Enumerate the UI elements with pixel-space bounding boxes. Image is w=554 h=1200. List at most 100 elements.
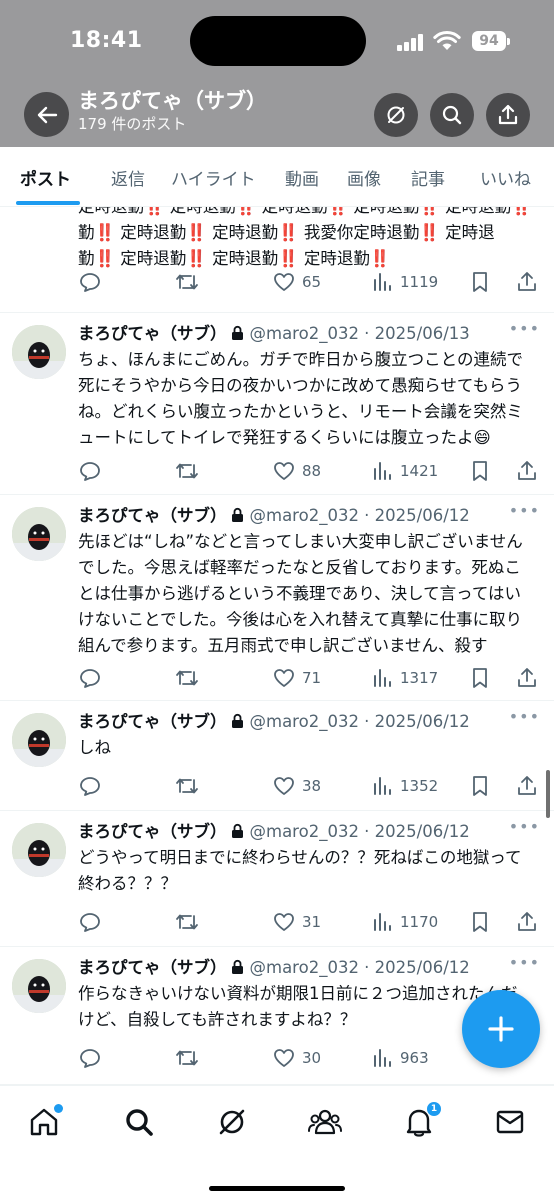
grok-button[interactable] xyxy=(374,93,418,137)
views-button[interactable]: 1352 xyxy=(372,771,438,801)
post-text: しね xyxy=(78,738,111,757)
bookmark-button[interactable] xyxy=(469,663,491,693)
post-header: まろぴてゃ（サブ） @maro2_032 · 2025/06/12 xyxy=(78,709,548,735)
tab-likes[interactable]: いいね xyxy=(480,165,531,190)
repost-icon xyxy=(176,670,198,686)
bookmark-button[interactable] xyxy=(469,456,491,486)
avatar[interactable] xyxy=(12,507,66,561)
scrollbar[interactable] xyxy=(546,770,550,818)
repost-icon xyxy=(176,1050,198,1066)
repost-button[interactable] xyxy=(174,771,200,801)
repost-button[interactable] xyxy=(174,663,200,693)
search-button[interactable] xyxy=(430,93,474,137)
bookmark-icon xyxy=(473,461,487,481)
profile-tabs: ポスト 返信 ハイライト 動画 画像 記事 いいね xyxy=(0,147,554,207)
tab-articles[interactable]: 記事 xyxy=(411,165,445,190)
more-options-icon[interactable]: ••• xyxy=(509,707,540,726)
tab-posts[interactable]: ポスト xyxy=(20,165,71,190)
post-item[interactable]: まろぴてゃ（サブ） @maro2_032 · 2025/06/13 ••• ちょ、… xyxy=(0,313,554,495)
nav-notifications[interactable]: 1 xyxy=(397,1100,441,1144)
profile-title-block: まろぴてゃ（サブ） 179 件のポスト xyxy=(78,88,267,134)
repost-icon xyxy=(176,274,198,290)
like-button[interactable]: 30 xyxy=(272,1043,321,1073)
post-item[interactable]: まろぴてゃ（サブ） @maro2_032 · 2025/06/12 ••• しね … xyxy=(0,701,554,811)
display-name[interactable]: まろぴてゃ（サブ） xyxy=(78,324,227,343)
post-text: ちょ、ほんまにごめん。ガチで昨日から腹立つことの連続で 死にそうやから今日の夜か… xyxy=(78,350,524,447)
handle-and-date: @maro2_032 · 2025/06/13 xyxy=(249,324,470,343)
display-name[interactable]: まろぴてゃ（サブ） xyxy=(78,506,227,525)
bookmark-button[interactable] xyxy=(469,771,491,801)
repost-button[interactable] xyxy=(174,456,200,486)
share-post-button[interactable] xyxy=(515,267,539,297)
profile-header: 18:41 94 まろぴてゃ（サブ） 179 件のポスト xyxy=(0,0,554,147)
heart-icon xyxy=(274,669,294,687)
reply-button[interactable] xyxy=(78,907,102,937)
post-text: どうやって明日までに終わらせんの？？死ねばこの地獄って 終わる？？？ xyxy=(78,848,522,893)
bookmark-icon xyxy=(473,912,487,932)
share-post-button[interactable] xyxy=(515,456,539,486)
avatar[interactable] xyxy=(12,325,66,379)
share-post-button[interactable] xyxy=(515,771,539,801)
bookmark-button[interactable] xyxy=(469,907,491,937)
tab-videos[interactable]: 動画 xyxy=(285,165,319,190)
reply-button[interactable] xyxy=(78,267,102,297)
share-post-button[interactable] xyxy=(515,663,539,693)
reply-button[interactable] xyxy=(78,771,102,801)
share-button[interactable] xyxy=(486,93,530,137)
views-button[interactable]: 1119 xyxy=(372,267,438,297)
reply-icon xyxy=(80,273,100,292)
share-icon xyxy=(518,668,536,687)
like-button[interactable]: 31 xyxy=(272,907,321,937)
more-options-icon[interactable]: ••• xyxy=(509,501,540,520)
views-button[interactable]: 1317 xyxy=(372,663,438,693)
views-button[interactable]: 963 xyxy=(372,1043,429,1073)
avatar[interactable] xyxy=(12,823,66,877)
tab-images[interactable]: 画像 xyxy=(347,165,381,190)
tab-replies[interactable]: 返信 xyxy=(111,165,145,190)
share-post-button[interactable] xyxy=(515,907,539,937)
nav-home[interactable] xyxy=(22,1100,66,1144)
like-count: 31 xyxy=(302,913,322,931)
nav-search[interactable] xyxy=(117,1100,161,1144)
tab-highlights[interactable]: ハイライト xyxy=(171,165,256,190)
avatar[interactable] xyxy=(12,713,66,767)
bookmark-button[interactable] xyxy=(469,267,491,297)
like-button[interactable]: 65 xyxy=(272,267,321,297)
like-button[interactable]: 38 xyxy=(272,771,321,801)
display-name[interactable]: まろぴてゃ（サブ） xyxy=(78,958,227,977)
post-actions: 88 1421 xyxy=(0,456,554,486)
share-icon xyxy=(498,104,518,125)
views-icon xyxy=(374,462,391,480)
post-text: 先ほどは“しね”などと言ってしまい大変申し訳ございません でした。今思えば軽率だ… xyxy=(78,532,523,655)
status-bar: 18:41 94 xyxy=(0,0,554,80)
views-button[interactable]: 1170 xyxy=(372,907,438,937)
post-header: まろぴてゃ（サブ） @maro2_032 · 2025/06/12 xyxy=(78,819,548,845)
more-options-icon[interactable]: ••• xyxy=(509,953,540,972)
post-item[interactable]: まろぴてゃ（サブ） @maro2_032 · 2025/06/12 ••• どうや… xyxy=(0,811,554,947)
post-item[interactable]: まろぴてゃ（サブ） @maro2_032 · 2025/06/12 ••• 先ほど… xyxy=(0,495,554,701)
avatar[interactable] xyxy=(12,959,66,1013)
handle-and-date: @maro2_032 · 2025/06/12 xyxy=(249,712,470,731)
repost-button[interactable] xyxy=(174,907,200,937)
repost-button[interactable] xyxy=(174,267,200,297)
reply-button[interactable] xyxy=(78,1043,102,1073)
nav-communities[interactable] xyxy=(303,1100,347,1144)
back-button[interactable] xyxy=(24,92,69,137)
nav-grok[interactable] xyxy=(210,1100,254,1144)
reply-button[interactable] xyxy=(78,456,102,486)
more-options-icon[interactable]: ••• xyxy=(509,319,540,338)
display-name[interactable]: まろぴてゃ（サブ） xyxy=(78,712,227,731)
reply-button[interactable] xyxy=(78,663,102,693)
repost-button[interactable] xyxy=(174,1043,200,1073)
views-icon xyxy=(374,777,391,795)
views-button[interactable]: 1421 xyxy=(372,456,438,486)
compose-post-button[interactable] xyxy=(462,990,540,1068)
like-button[interactable]: 71 xyxy=(272,663,321,693)
post-feed[interactable]: 定時退勤‼️ 定時退勤‼️ 定時退勤‼️ 定時退勤‼️ 定時退勤‼️ 勤‼️ 定… xyxy=(0,207,554,1085)
more-options-icon[interactable]: ••• xyxy=(509,817,540,836)
post-item[interactable]: 定時退勤‼️ 定時退勤‼️ 定時退勤‼️ 定時退勤‼️ 定時退勤‼️ 勤‼️ 定… xyxy=(0,207,554,313)
like-count: 88 xyxy=(302,462,322,480)
display-name[interactable]: まろぴてゃ（サブ） xyxy=(78,822,227,841)
nav-messages[interactable] xyxy=(488,1100,532,1144)
like-button[interactable]: 88 xyxy=(272,456,321,486)
